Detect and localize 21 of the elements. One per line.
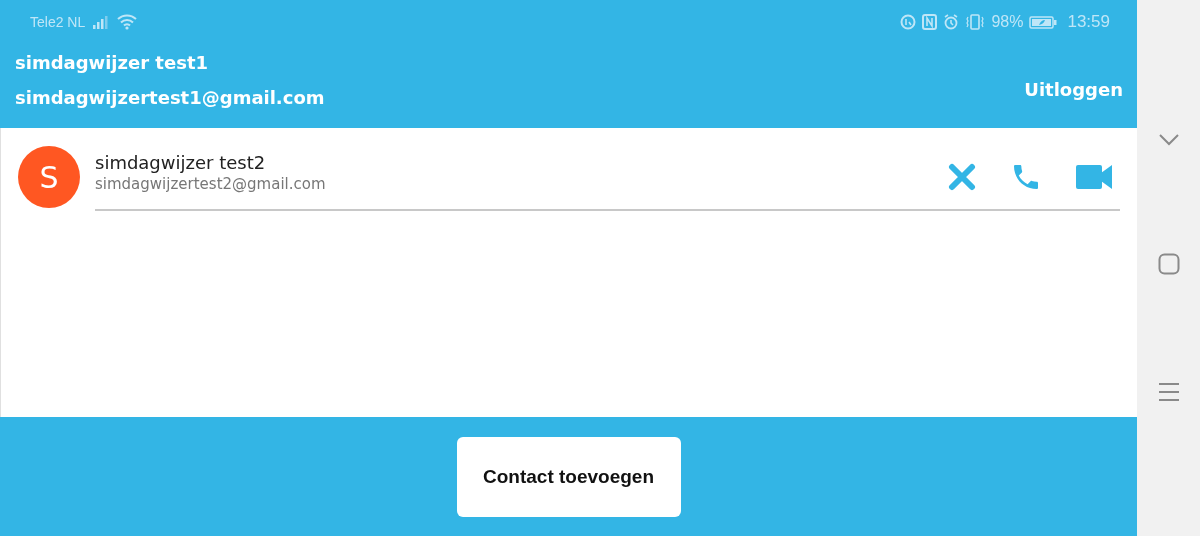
battery-percentage: 98% — [991, 13, 1024, 31]
close-icon[interactable] — [948, 162, 976, 191]
contact-email: simdagwijzertest2@gmail.com — [95, 175, 326, 193]
add-contact-button[interactable]: Contact toevoegen — [456, 436, 681, 517]
home-icon[interactable] — [1157, 253, 1180, 275]
chevron-down-icon[interactable] — [1158, 133, 1179, 146]
wifi-icon — [117, 14, 138, 30]
clock-time: 13:59 — [1067, 12, 1110, 32]
avatar: S — [18, 146, 80, 208]
carrier-name: Tele2 NL — [30, 14, 86, 30]
contact-name: simdagwijzer test2 — [95, 152, 267, 173]
alarm-icon — [943, 14, 960, 30]
battery-icon — [1029, 15, 1058, 29]
account-email: simdagwijzertest1@gmail.com — [15, 87, 325, 108]
vibrate-icon — [965, 14, 986, 30]
account-name: simdagwijzer test1 — [15, 52, 209, 73]
menu-icon[interactable] — [1157, 382, 1180, 403]
signal-icon — [93, 15, 110, 29]
nfc-icon — [922, 14, 938, 30]
data-saver-icon — [900, 14, 917, 30]
video-camera-icon[interactable] — [1076, 163, 1112, 190]
